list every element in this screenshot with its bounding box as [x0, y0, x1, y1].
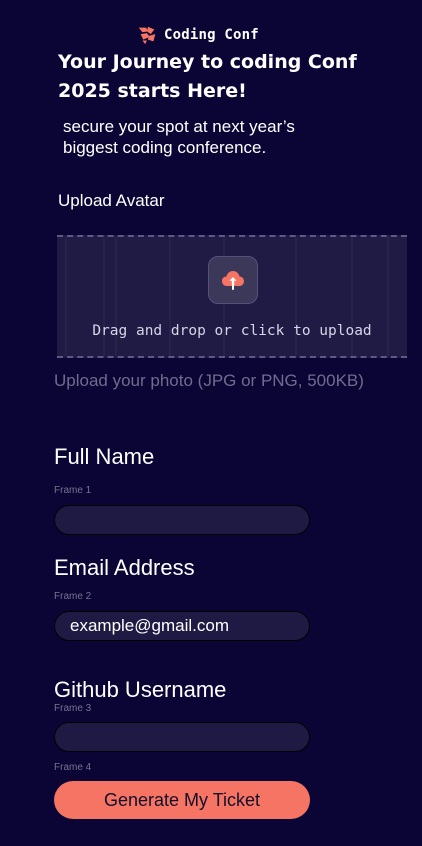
frame-4-label: Frame 4 [54, 762, 92, 773]
subheadline-line-1: secure your spot at next year’s [63, 117, 295, 136]
github-username-input[interactable] [54, 722, 310, 752]
frame-1-label: Frame 1 [54, 485, 92, 496]
frame-2-label: Frame 2 [54, 591, 92, 602]
dropzone-prompt: Drag and drop or click to upload [92, 323, 372, 339]
full-name-input[interactable] [54, 505, 310, 535]
upload-avatar-label: Upload Avatar [58, 191, 165, 210]
brand-name: Coding Conf [164, 27, 259, 43]
coding-conf-logo-icon [138, 26, 156, 45]
upload-icon-button[interactable] [208, 256, 258, 304]
page-subtitle: secure your spot at next year’s biggest … [63, 116, 383, 158]
headline-line-1: Your Journey to coding Conf [58, 51, 357, 73]
headline-line-2: 2025 starts Here! [58, 80, 247, 102]
email-address-label: Email Address [54, 555, 195, 580]
full-name-label: Full Name [54, 444, 155, 469]
subheadline-line-2: biggest coding conference. [63, 138, 267, 157]
frame-3-label: Frame 3 [54, 703, 92, 714]
cloud-upload-icon [222, 271, 244, 290]
brand: Coding Conf [136, 24, 259, 46]
github-username-label: Github Username [54, 677, 227, 702]
generate-ticket-button[interactable]: Generate My Ticket [54, 781, 310, 819]
email-input[interactable] [54, 611, 310, 641]
upload-hint: Upload your photo (JPG or PNG, 500KB) [54, 371, 364, 390]
page-title: Your Journey to coding Conf 2025 starts … [58, 48, 398, 106]
avatar-dropzone[interactable]: Drag and drop or click to upload [57, 235, 407, 358]
